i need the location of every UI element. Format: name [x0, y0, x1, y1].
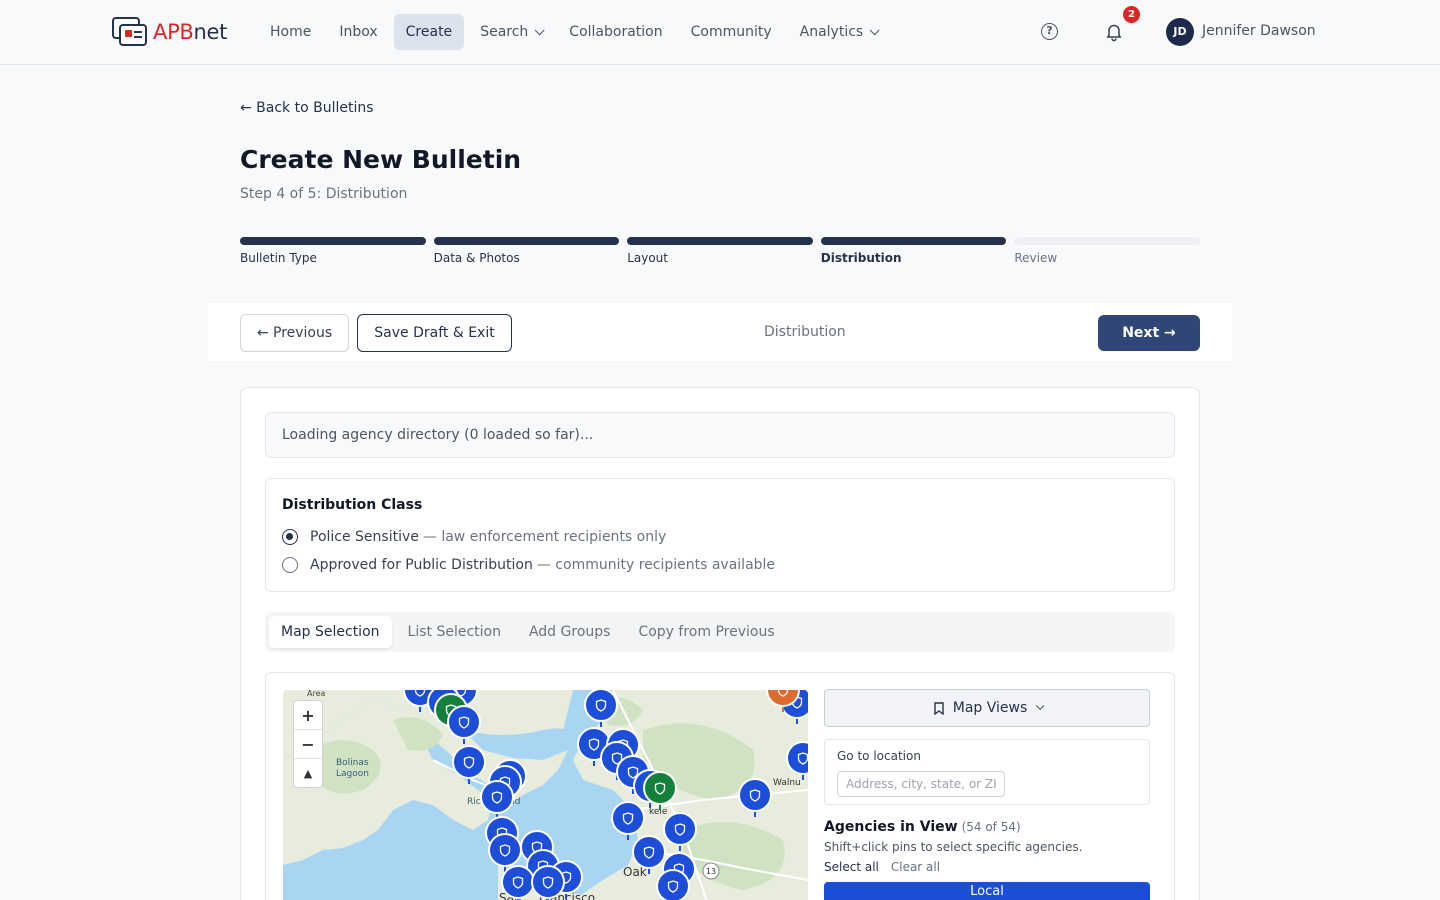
tab-add-groups[interactable]: Add Groups — [517, 616, 622, 648]
nav-home[interactable]: Home — [258, 14, 323, 50]
help-icon[interactable]: ? — [1041, 23, 1058, 40]
map-canvas[interactable]: 13 Area Bolinas Lagoon Rich nd Walnu kel… — [283, 690, 808, 900]
radio-public-distribution[interactable]: Approved for Public Distribution — commu… — [282, 557, 775, 573]
wizard-action-bar: ← Previous Save Draft & Exit Distributio… — [208, 301, 1232, 363]
previous-button[interactable]: ← Previous — [240, 314, 349, 352]
nav-inbox[interactable]: Inbox — [327, 14, 389, 50]
avatar[interactable]: JD — [1166, 18, 1194, 46]
next-button[interactable]: Next → — [1098, 315, 1200, 351]
location-search-input[interactable] — [837, 771, 1005, 797]
bell-icon[interactable] — [1104, 22, 1124, 42]
step-progress: Bulletin Type Data & Photos Layout Distr… — [240, 237, 1200, 265]
selection-tabs: Map Selection List Selection Add Groups … — [265, 612, 1175, 652]
nav-create[interactable]: Create — [393, 14, 465, 50]
tab-list-selection[interactable]: List Selection — [396, 616, 513, 648]
police-agency-pin-icon[interactable] — [656, 869, 690, 900]
chevron-down-icon — [869, 24, 880, 35]
chevron-down-icon — [1036, 701, 1045, 711]
step-layout: Layout — [627, 237, 813, 265]
svg-text:Walnu: Walnu — [773, 778, 801, 788]
tab-copy-from-previous[interactable]: Copy from Previous — [626, 616, 786, 648]
map-zoom-controls: + − ▲ — [293, 700, 323, 788]
step-review: Review — [1014, 237, 1200, 265]
nav-analytics[interactable]: Analytics — [788, 14, 889, 50]
distribution-class-box: Distribution Class Police Sensitive — la… — [265, 478, 1175, 592]
brand-name: APBnet — [153, 20, 228, 44]
step-data-photos: Data & Photos — [433, 237, 620, 265]
zoom-out-button[interactable]: − — [294, 730, 322, 759]
loading-notice: Loading agency directory (0 loaded so fa… — [265, 412, 1175, 458]
agencies-help-text: Shift+click pins to select specific agen… — [824, 840, 1083, 854]
select-all-link[interactable]: Select all — [824, 860, 879, 874]
local-button[interactable]: Local — [824, 882, 1150, 900]
top-navbar: APBnet Home Inbox Create Search Collabor… — [0, 0, 1440, 65]
back-to-bulletins-link[interactable]: ← Back to Bulletins — [240, 100, 374, 116]
svg-text:kele: kele — [649, 807, 668, 817]
clear-all-link[interactable]: Clear all — [891, 860, 940, 874]
tab-map-selection[interactable]: Map Selection — [269, 616, 392, 648]
radio-police-sensitive[interactable]: Police Sensitive — law enforcement recip… — [282, 529, 666, 545]
current-step-label: Distribution — [764, 324, 846, 340]
distribution-class-title: Distribution Class — [282, 497, 423, 513]
agency-map[interactable]: 13 Area Bolinas Lagoon Rich nd Walnu kel… — [283, 690, 808, 900]
svg-text:Area: Area — [307, 690, 326, 698]
bookmark-icon — [934, 701, 944, 715]
go-to-location-box: Go to location — [824, 739, 1150, 805]
map-selection-panel: 13 Area Bolinas Lagoon Rich nd Walnu kel… — [265, 672, 1175, 900]
notification-badge: 2 — [1123, 6, 1140, 23]
apbnet-logo[interactable]: APBnet — [112, 16, 227, 48]
map-side-panel: Map Views Go to location Agencies in Vie… — [824, 689, 1151, 900]
user-name[interactable]: Jennifer Dawson — [1202, 23, 1316, 39]
svg-text:Bolinas: Bolinas — [336, 758, 369, 768]
step-distribution: Distribution — [820, 237, 1007, 265]
svg-text:13: 13 — [706, 867, 716, 876]
main-nav: Home Inbox Create Search Collaboration C… — [258, 14, 892, 50]
agencies-count: (54 of 54) — [961, 820, 1021, 834]
nav-collaboration[interactable]: Collaboration — [557, 14, 674, 50]
agencies-in-view-title: Agencies in View (54 of 54) — [824, 819, 1021, 835]
go-to-location-label: Go to location — [837, 749, 921, 763]
step-bulletin-type: Bulletin Type — [240, 237, 426, 265]
zoom-in-button[interactable]: + — [294, 701, 322, 730]
distribution-card: Loading agency directory (0 loaded so fa… — [240, 387, 1200, 900]
reset-north-button[interactable]: ▲ — [294, 759, 322, 788]
chevron-down-icon — [534, 24, 545, 35]
page-title: Create New Bulletin — [240, 145, 522, 174]
nav-community[interactable]: Community — [679, 14, 784, 50]
radio-unselected-icon[interactable] — [282, 557, 298, 573]
logo-icon — [112, 16, 148, 48]
agency-selection-links: Select all Clear all — [824, 860, 1151, 874]
nav-search[interactable]: Search — [468, 14, 553, 50]
map-views-button[interactable]: Map Views — [824, 689, 1150, 727]
save-draft-button[interactable]: Save Draft & Exit — [357, 314, 512, 352]
svg-text:Lagoon: Lagoon — [336, 769, 369, 779]
page-subtitle: Step 4 of 5: Distribution — [240, 186, 408, 202]
radio-selected-icon[interactable] — [282, 529, 298, 545]
